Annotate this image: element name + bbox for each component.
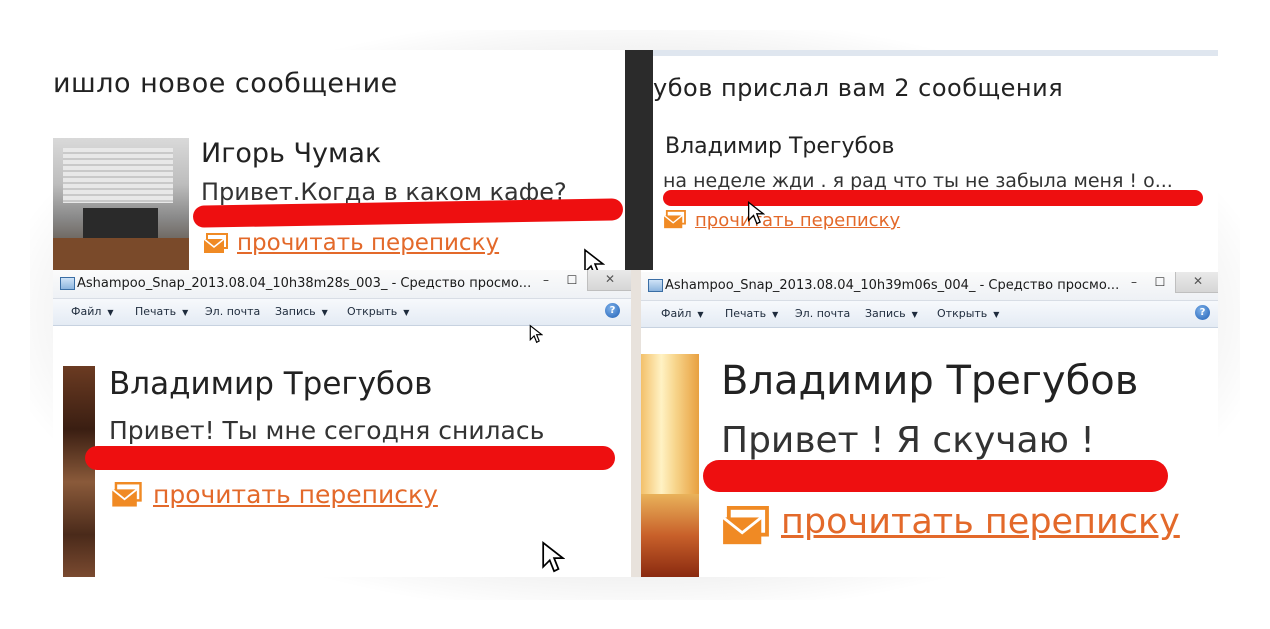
mail-icon	[111, 482, 143, 513]
chevron-down-icon: ▼	[772, 310, 779, 319]
panel-divider	[631, 270, 641, 577]
chevron-down-icon: ▼	[403, 308, 410, 317]
mouse-cursor-icon	[583, 248, 606, 270]
window-title: Ashampoo_Snap_2013.08.04_10h39m06s_004_ …	[665, 278, 1120, 293]
viewer-window-right: Ashampoo_Snap_2013.08.04_10h39m06s_004_ …	[641, 270, 1218, 577]
close-button[interactable]: ✕	[587, 270, 631, 291]
message-text: на неделе жди . я рад что ты не забыла м…	[663, 170, 1173, 192]
message-text: Привет! Ты мне сегодня снилась	[109, 416, 545, 445]
menu-file[interactable]: Файл ▼	[71, 305, 114, 318]
read-conversation-link[interactable]: прочитать переписку	[781, 502, 1180, 542]
sender-name: Игорь Чумак	[201, 138, 382, 169]
app-icon	[648, 279, 663, 292]
sender-name: Владимир Трегубов	[109, 366, 433, 402]
mail-icon	[663, 210, 687, 234]
panel-divider	[625, 50, 653, 270]
mouse-cursor-icon	[541, 540, 566, 577]
read-conversation-link[interactable]: прочитать переписку	[695, 210, 900, 231]
avatar	[63, 366, 95, 577]
menu-email[interactable]: Эл. почта	[795, 307, 850, 320]
menu-file[interactable]: Файл ▼	[661, 307, 704, 320]
read-conversation-link[interactable]: прочитать переписку	[153, 480, 438, 509]
title-bar: Ashampoo_Snap_2013.08.04_10h39m06s_004_ …	[641, 272, 1218, 301]
chevron-down-icon: ▼	[697, 310, 704, 319]
maximize-button[interactable]: ☐	[559, 270, 585, 290]
maximize-button[interactable]: ☐	[1147, 272, 1173, 292]
notification-header: ишло новое сообщение	[53, 68, 398, 99]
menu-email[interactable]: Эл. почта	[205, 305, 260, 318]
menu-print[interactable]: Печать ▼	[135, 305, 188, 318]
chevron-down-icon: ▼	[182, 308, 189, 317]
sender-name: Владимир Трегубов	[721, 358, 1139, 404]
menu-burn[interactable]: Запись ▼	[275, 305, 328, 318]
redaction-line	[703, 460, 1168, 492]
menu-burn[interactable]: Запись ▼	[865, 307, 918, 320]
chevron-down-icon: ▼	[993, 310, 1000, 319]
help-icon[interactable]: ?	[605, 303, 620, 318]
window-title: Ashampoo_Snap_2013.08.04_10h38m28s_003_ …	[77, 276, 532, 291]
redaction-line	[663, 190, 1203, 206]
menu-open[interactable]: Открыть ▼	[347, 305, 409, 318]
panel-top-right: убов прислал вам 2 сообщения Владимир Тр…	[653, 50, 1218, 270]
viewer-window-left: Ashampoo_Snap_2013.08.04_10h38m28s_003_ …	[53, 270, 631, 577]
mouse-cursor-icon	[529, 324, 544, 348]
mouse-cursor-icon	[747, 200, 766, 230]
avatar	[641, 354, 699, 577]
minimize-button[interactable]: –	[533, 270, 559, 290]
minimize-button[interactable]: –	[1121, 272, 1147, 292]
notification-header: убов прислал вам 2 сообщения	[653, 74, 1064, 102]
chevron-down-icon: ▼	[911, 310, 918, 319]
read-conversation-link[interactable]: прочитать переписку	[237, 230, 499, 256]
menu-print[interactable]: Печать ▼	[725, 307, 778, 320]
mail-icon	[203, 233, 229, 259]
title-bar: Ashampoo_Snap_2013.08.04_10h38m28s_003_ …	[53, 270, 631, 299]
message-text: Привет ! Я скучаю !	[721, 420, 1095, 461]
chevron-down-icon: ▼	[107, 308, 114, 317]
mail-icon	[721, 506, 771, 552]
panel-top-left: ишло новое сообщение Игорь Чумак Привет.…	[53, 50, 625, 270]
chevron-down-icon: ▼	[321, 308, 328, 317]
close-button[interactable]: ✕	[1175, 272, 1218, 293]
screenshot-collage: ишло новое сообщение Игорь Чумак Привет.…	[53, 50, 1218, 577]
app-icon	[60, 277, 75, 290]
menu-open[interactable]: Открыть ▼	[937, 307, 999, 320]
menu-bar: Файл ▼ Печать ▼ Эл. почта Запись ▼ Открыть ▼…	[53, 299, 631, 326]
help-icon[interactable]: ?	[1195, 305, 1210, 320]
menu-bar: Файл ▼ Печать ▼ Эл. почта Запись ▼ Открыть ▼…	[641, 301, 1218, 328]
sender-name: Владимир Трегубов	[665, 134, 895, 159]
avatar	[53, 138, 189, 270]
redaction-line	[85, 446, 615, 470]
